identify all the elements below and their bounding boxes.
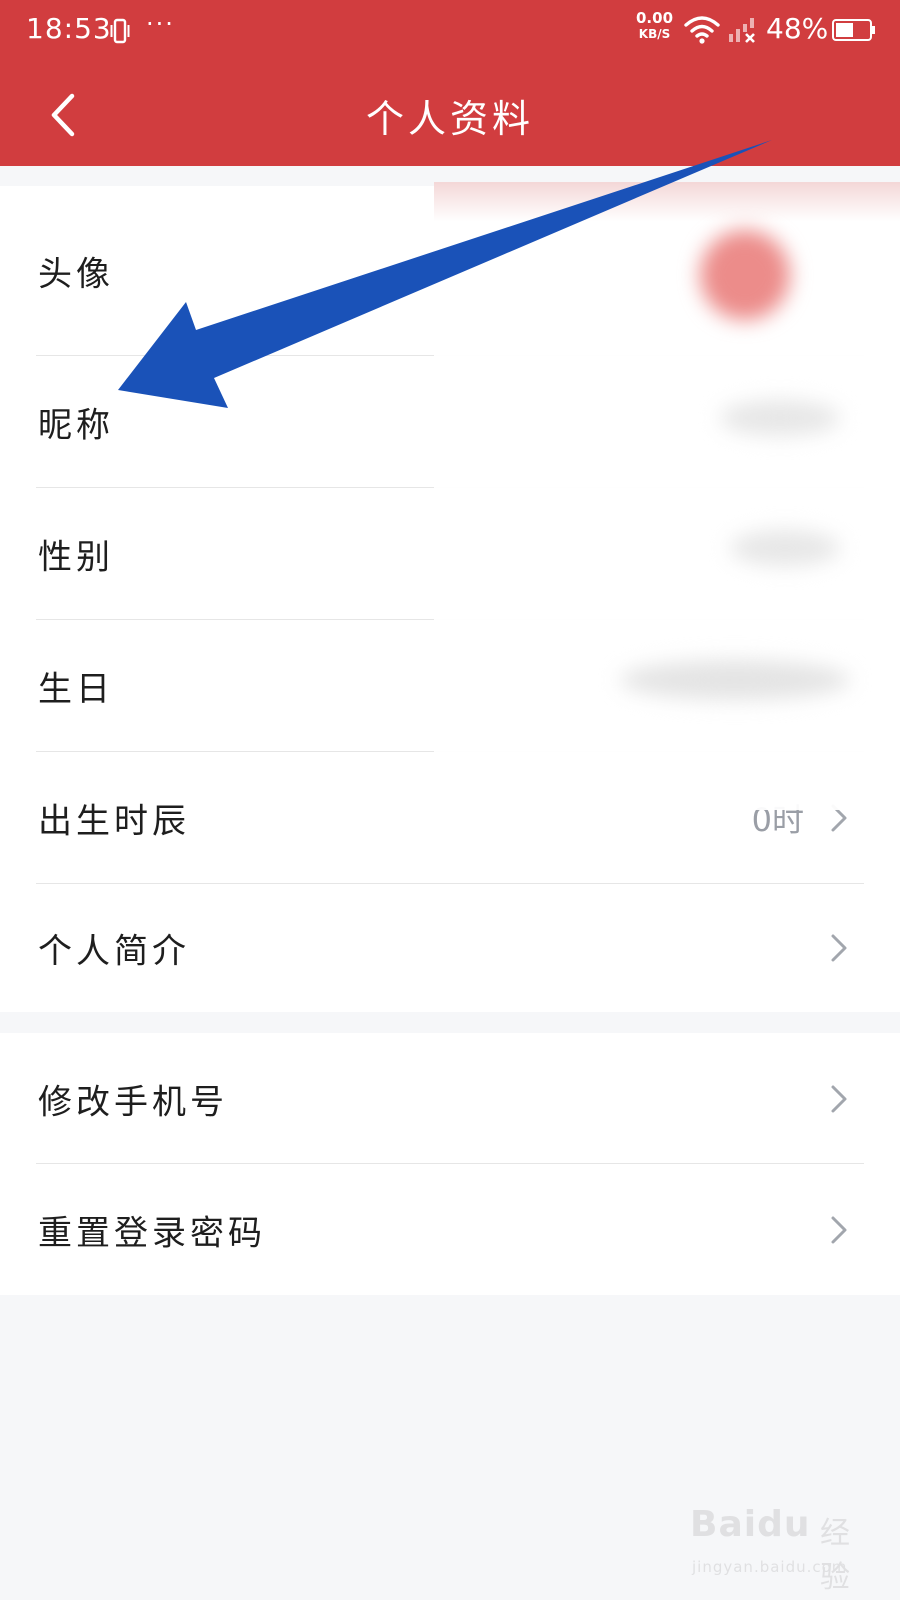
blurred-birthday-value [620,660,850,700]
settings-row-change-phone[interactable]: 修改手机号 [0,1033,900,1164]
signal-no-sim-icon [729,18,755,43]
settings-row-bio[interactable]: 个人简介 [0,884,900,1012]
blurred-nickname-value [720,400,840,436]
vibrate-icon [110,18,130,44]
blurred-gender-value [730,530,840,566]
row-label-gender: 性别 [38,537,114,578]
nav-bar: 个人资料 [0,62,900,166]
battery-percent: 48% [766,12,829,45]
network-speed: 0.00 KB/S [636,10,673,42]
status-bar: 18:53 ··· 0.00 KB/S 48% [0,0,900,62]
more-notifications-icon: ··· [146,10,175,38]
privacy-blur-overlay [434,184,900,810]
row-label-bio: 个人简介 [38,931,190,972]
row-label-reset-password: 重置登录密码 [38,1213,266,1253]
watermark-sub: 经验 [820,1516,850,1595]
wifi-icon [684,16,720,44]
page-title: 个人资料 [365,97,534,141]
settings-row-reset-password[interactable]: 重置登录密码 [0,1164,900,1295]
watermark-brand: Baidu [690,1504,811,1545]
status-time: 18:53 [26,12,112,45]
blurred-avatar [700,230,790,320]
row-label-avatar: 头像 [38,254,114,295]
row-label-nickname: 昵称 [38,405,114,446]
chevron-right-icon [831,1085,847,1112]
row-label-birthday: 生日 [38,669,114,710]
battery-icon [832,19,875,41]
account-settings-group: 修改手机号 重置登录密码 [0,1033,900,1295]
privacy-blur-edge [434,182,900,222]
watermark-url: jingyan.baidu.com [692,1558,848,1576]
baidu-jingyan-watermark: Baidu 经验 jingyan.baidu.com [690,1500,870,1595]
row-label-change-phone: 修改手机号 [38,1082,228,1122]
network-speed-value: 0.00 [636,9,674,27]
chevron-right-icon [831,934,847,962]
chevron-right-icon [831,1216,847,1243]
row-label-birth-hour: 出生时辰 [38,801,190,842]
network-speed-unit: KB/S [638,27,671,41]
